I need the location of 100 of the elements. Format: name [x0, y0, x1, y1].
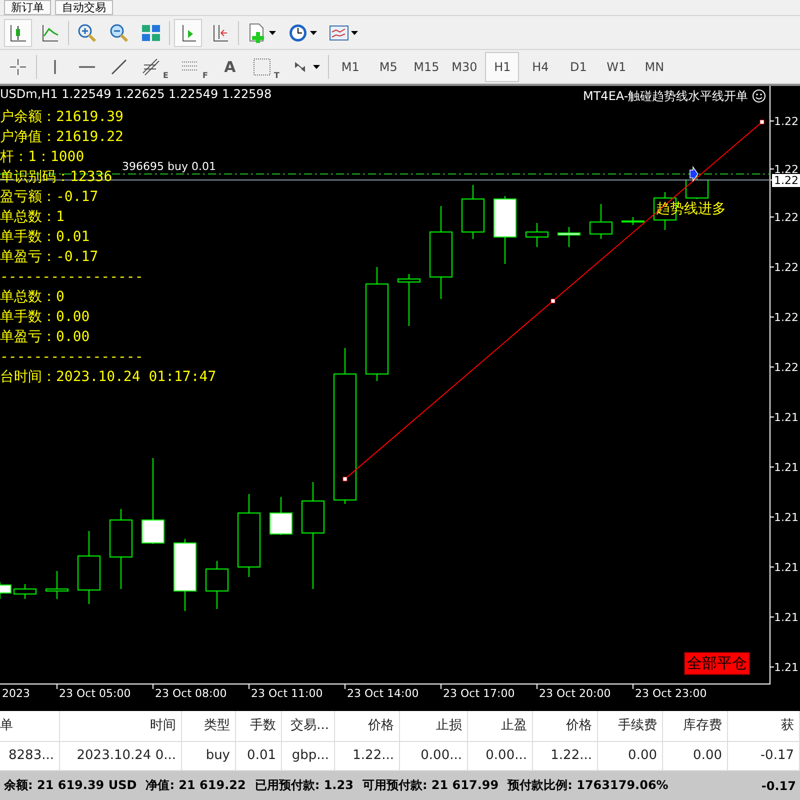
- zoom-in-icon: [77, 22, 97, 42]
- price-axis-label: 1.21: [773, 561, 800, 574]
- account-summary-text: 可用预付款: 21 617.99: [362, 777, 499, 794]
- account-summary-text: 已用预付款: 1.23: [254, 777, 354, 794]
- account-info-line: 台时间：2023.10.24 01:17:47: [0, 368, 216, 387]
- crosshair-icon: [8, 56, 28, 76]
- price-axis-label: 1.21: [773, 661, 800, 674]
- timeframe-button[interactable]: W1: [599, 52, 634, 82]
- time-axis-label: 23 Oct 11:00: [251, 687, 323, 700]
- candle: [494, 196, 516, 264]
- column-header[interactable]: 手数: [236, 711, 282, 742]
- candle: [590, 204, 612, 240]
- candle: [622, 216, 644, 226]
- price-axis-label: 1.22: [773, 163, 800, 176]
- line-chart-icon: [40, 22, 60, 42]
- tile-windows-icon: [141, 22, 161, 42]
- timeframe-button[interactable]: M1: [333, 52, 368, 82]
- smiley-icon: [752, 89, 766, 103]
- clock-icon: [288, 22, 308, 42]
- price-axis-label: 1.21: [773, 461, 800, 474]
- price-axis-label: 1.22: [773, 115, 800, 128]
- candle: [526, 222, 548, 248]
- column-header[interactable]: 价格: [533, 711, 598, 742]
- close-all-button[interactable]: 全部平仓: [684, 652, 750, 675]
- candle: [0, 582, 12, 600]
- arrow-icon: [690, 166, 698, 182]
- price-axis-label: 1.22: [773, 361, 800, 374]
- time-axis-label: 23 Oct 17:00: [443, 687, 515, 700]
- account-info-line: -----------------: [0, 348, 144, 367]
- zoom-out-icon: [109, 22, 129, 42]
- account-summary-text: 余额: 21 619.39 USD: [4, 777, 137, 794]
- column-header[interactable]: 库存费: [663, 711, 728, 742]
- account-summary-text: 预付款比例: 1763179.06%: [508, 777, 668, 794]
- timeframe-button[interactable]: M30: [447, 52, 482, 82]
- account-summary-text: -0.17: [761, 778, 796, 792]
- account-info-line: 盈亏额：-0.17: [0, 188, 98, 207]
- account-info-line: 单手数：0.01: [0, 228, 90, 247]
- candle: [14, 584, 36, 600]
- account-info-line: 单总数：0: [0, 288, 64, 307]
- template-icon: [329, 22, 349, 42]
- toolbar-button[interactable]: 新订单: [4, 0, 51, 15]
- price-axis-label: 1.22: [773, 211, 800, 224]
- timeframe-button[interactable]: MN: [637, 52, 672, 82]
- timeframe-button[interactable]: M5: [371, 52, 406, 82]
- label-frame-icon: [252, 56, 272, 76]
- account-info-line: 单盈亏：0.00: [0, 328, 90, 347]
- candle: [398, 274, 420, 326]
- drawing-tool-button[interactable]: E: [137, 52, 172, 80]
- fibonacci-icon: [141, 56, 161, 76]
- account-info-line: -----------------: [0, 268, 144, 287]
- column-header[interactable]: 单: [0, 711, 60, 742]
- price-axis-label: 1.22: [773, 261, 800, 274]
- column-header[interactable]: 止盈: [468, 711, 533, 742]
- candle: [46, 570, 68, 600]
- column-header[interactable]: 止损: [400, 711, 468, 742]
- column-header[interactable]: 时间: [60, 711, 182, 742]
- toolbar-button[interactable]: 自动交易: [55, 0, 113, 15]
- chart-title: USDm,H1 1.22549 1.22625 1.22549 1.22598: [0, 88, 272, 101]
- account-info-line: 单总数：1: [0, 208, 64, 227]
- price-axis-label: 1.22: [772, 174, 800, 187]
- time-axis-label: 23 Oct 08:00: [155, 687, 227, 700]
- toolbar-button[interactable]: [4, 18, 32, 46]
- column-header[interactable]: 类型: [182, 711, 236, 742]
- caret-icon: [351, 30, 358, 34]
- column-header[interactable]: 交易...: [282, 711, 335, 742]
- timeframe-button[interactable]: M15: [409, 52, 444, 82]
- timeframe-button[interactable]: H4: [523, 52, 558, 82]
- price-axis-label: 1.21: [773, 511, 800, 524]
- caret-icon: [310, 30, 317, 34]
- candle: [206, 560, 228, 610]
- drawing-tool-button[interactable]: F: [176, 52, 212, 80]
- account-info-line: 单盈亏：-0.17: [0, 248, 98, 267]
- new-chart-icon: [247, 22, 267, 42]
- account-summary-text: 净值: 21 619.22: [146, 777, 246, 794]
- trend-line-icon: [109, 56, 129, 76]
- candlestick-icon: [8, 22, 28, 42]
- timeframe-button[interactable]: D1: [561, 52, 596, 82]
- candle: [270, 496, 292, 536]
- price-axis-label: 1.22: [773, 311, 800, 324]
- account-info-line: 单手数：0.00: [0, 308, 90, 327]
- order-line-label: 396695 buy 0.01: [122, 160, 216, 173]
- time-axis-label: 2023: [2, 687, 30, 700]
- candle: [558, 226, 580, 248]
- drawing-tool-button[interactable]: A: [216, 52, 244, 80]
- time-axis-label: 23 Oct 23:00: [635, 687, 707, 700]
- column-header[interactable]: 价格: [335, 711, 400, 742]
- horizontal-line-icon: [79, 66, 95, 68]
- vertical-line-icon: [54, 60, 56, 74]
- column-header[interactable]: 手续费: [598, 711, 663, 742]
- candle: [686, 174, 708, 200]
- time-axis-label: 23 Oct 05:00: [59, 687, 131, 700]
- account-info-line: 户余额：21619.39: [0, 108, 124, 127]
- timeframe-button[interactable]: H1: [485, 52, 520, 82]
- drawing-tool-button[interactable]: T: [248, 52, 284, 80]
- column-header[interactable]: 获: [728, 711, 800, 742]
- toolbar-button[interactable]: [174, 18, 202, 46]
- account-info-line: 户净值：21619.22: [0, 128, 124, 147]
- caret-icon: [313, 64, 320, 68]
- caret-icon: [269, 30, 276, 34]
- time-axis-label: 23 Oct 20:00: [539, 687, 611, 700]
